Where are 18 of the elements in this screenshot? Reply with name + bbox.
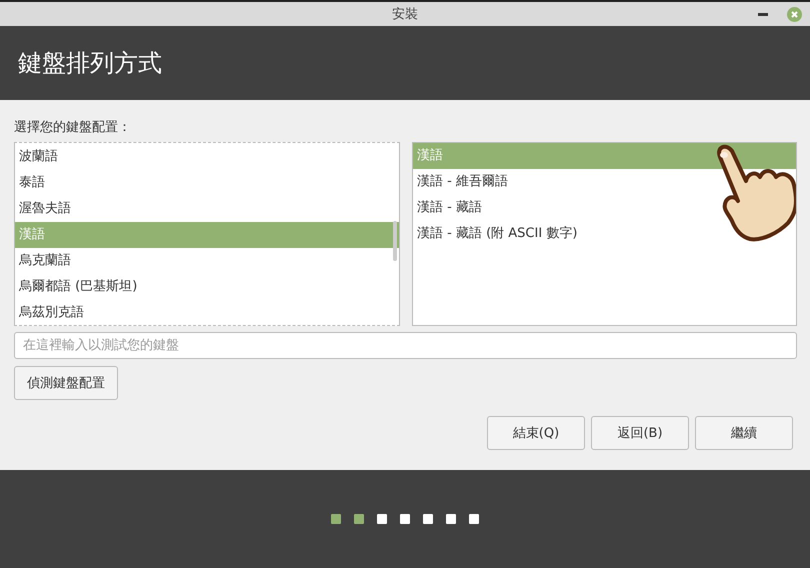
window-title: 安裝 (392, 6, 418, 23)
layout-item[interactable]: 烏茲別克語 (15, 300, 399, 325)
layout-item[interactable]: 波蘭語 (15, 144, 399, 170)
keyboard-test-field[interactable]: 在這裡輸入以測試您的鍵盤 (14, 332, 797, 359)
close-icon[interactable] (787, 7, 802, 22)
layout-item[interactable]: 烏克蘭語 (15, 248, 399, 274)
layout-item[interactable]: 烏爾都語 (巴基斯坦) (15, 274, 399, 300)
variant-item[interactable]: 漢語 - 藏語 (附 ASCII 數字) (413, 221, 796, 247)
page-title: 鍵盤排列方式 (18, 48, 162, 79)
layout-item[interactable]: 泰語 (15, 170, 399, 196)
nav-button[interactable]: 繼續 (695, 416, 793, 450)
nav-button[interactable]: 返回(B) (591, 416, 689, 450)
nav-button[interactable]: 結束(Q) (487, 416, 585, 450)
layout-item[interactable]: 渥魯夫語 (15, 196, 399, 222)
detect-layout-button[interactable]: 偵測鍵盤配置 (14, 366, 118, 400)
minimize-icon[interactable] (758, 13, 768, 17)
scrollbar-thumb[interactable] (393, 221, 397, 261)
layout-label: 選擇您的鍵盤配置： (14, 119, 132, 137)
